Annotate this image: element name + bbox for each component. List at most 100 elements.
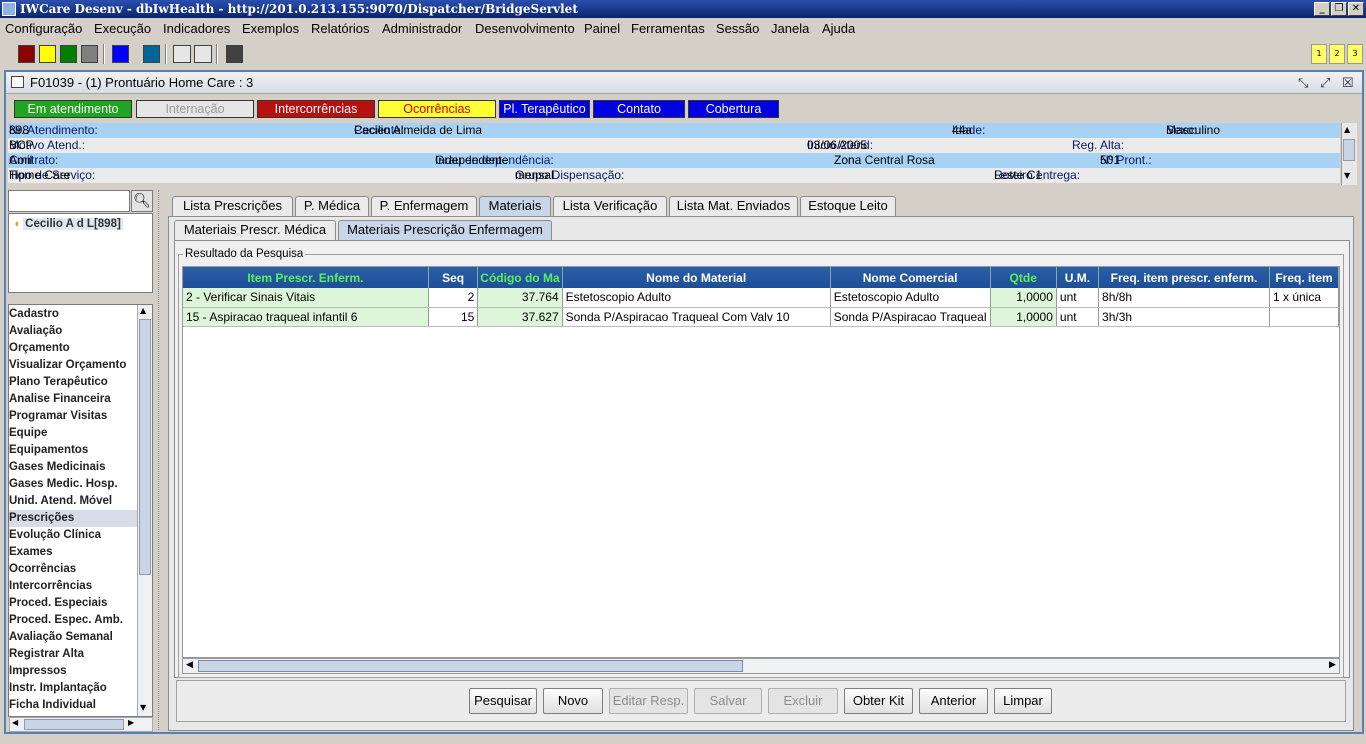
column-header[interactable]: Item Prescr. Enferm. [183, 267, 429, 288]
nav-horizontal-scrollbar[interactable]: ◀ ▶ [9, 717, 153, 732]
nav-item[interactable]: Unid. Atend. Móvel [9, 493, 137, 510]
menu-exemplos[interactable]: Exemplos [242, 21, 299, 36]
tab-p-medica[interactable]: P. Médica [295, 196, 369, 216]
close-button[interactable]: ✕ [1348, 2, 1364, 16]
tree-view-icon[interactable] [173, 45, 191, 63]
excluir-button[interactable]: Excluir [768, 688, 838, 714]
menu-configuracao[interactable]: Configuração [5, 21, 82, 36]
column-header[interactable]: U.M. [1056, 267, 1100, 288]
anterior-button[interactable]: Anterior [919, 688, 988, 714]
minimize-frame-icon[interactable]: ⤡ [1298, 75, 1308, 91]
nav-item[interactable]: Avaliação [9, 323, 137, 340]
tab-estoque-leito[interactable]: Estoque Leito [800, 196, 896, 216]
limpar-button[interactable]: Limpar [994, 688, 1052, 714]
scroll-up-icon[interactable]: ▲ [140, 306, 146, 315]
status-internacao[interactable]: Internação [136, 100, 254, 118]
nav-item[interactable]: Registrar Alta [9, 646, 137, 663]
nav-item[interactable]: Proced. Especiais [9, 595, 137, 612]
nav-item[interactable]: Analise Financeira [9, 391, 137, 408]
tab-materiais-prescricao-enfermagem[interactable]: Materiais Prescrição Enfermagem [338, 220, 552, 240]
toolbar-dark-red-button[interactable] [18, 45, 35, 63]
toolbar-teal-button[interactable] [143, 45, 160, 63]
table-row[interactable]: 2 - Verificar Sinais Vitais 2 37.764 Esteto… [183, 288, 1339, 308]
nav-item[interactable]: Gases Medicinais [9, 459, 137, 476]
menu-sessao[interactable]: Sessão [716, 21, 759, 36]
workspace-3-button[interactable]: 3 [1347, 44, 1363, 64]
column-header[interactable]: Freq. item prescr. enferm. [1098, 267, 1270, 288]
status-pl-terapeutico[interactable]: Pl. Terapêutico [499, 100, 590, 118]
table-row[interactable]: 15 - Aspiracao traqueal infantil 6 15 37.6… [183, 307, 1339, 327]
nav-item[interactable]: Prescrições [9, 510, 137, 527]
toolbar-dark-button[interactable] [226, 45, 243, 63]
workspace-1-button[interactable]: 1 [1311, 44, 1327, 64]
list-item[interactable]: ◖ Cecilio A d L[898] [13, 218, 123, 230]
tab-lista-mat-enviados[interactable]: Lista Mat. Enviados [669, 196, 798, 216]
menu-relatorios[interactable]: Relatórios [311, 21, 370, 36]
info-scrollbar[interactable]: ▲ ▼ [1341, 123, 1357, 185]
tab-materiais-prescr-medica[interactable]: Materiais Prescr. Médica [174, 220, 336, 240]
status-contato[interactable]: Contato [593, 100, 685, 118]
column-header[interactable]: Seq [428, 267, 479, 288]
toolbar-yellow-button[interactable] [39, 45, 56, 63]
menu-indicadores[interactable]: Indicadores [163, 21, 230, 36]
nav-scrollbar[interactable]: ▲ ▼ [137, 305, 152, 716]
toolbar-green-button[interactable] [60, 45, 77, 63]
scroll-down-icon[interactable]: ▼ [140, 703, 146, 712]
novo-button[interactable]: Novo [543, 688, 603, 714]
maximize-frame-icon[interactable]: ⤢ [1320, 75, 1330, 91]
tab-lista-prescricoes[interactable]: Lista Prescrições [172, 196, 293, 216]
status-em-atendimento[interactable]: Em atendimento [14, 100, 132, 118]
tab-p-enfermagem[interactable]: P. Enfermagem [371, 196, 477, 216]
menu-desenvolvimento[interactable]: Desenvolvimento [475, 21, 575, 36]
toolbar-gray-button[interactable] [81, 45, 98, 63]
pesquisar-button[interactable]: Pesquisar [469, 688, 537, 714]
menu-janela[interactable]: Janela [771, 21, 809, 36]
nav-item[interactable]: Plano Terapêutico [9, 374, 137, 391]
nav-item[interactable]: Evolução Clínica [9, 527, 137, 544]
column-header[interactable]: Nome do Material [562, 267, 831, 288]
nav-item[interactable]: Equipe [9, 425, 137, 442]
restore-button[interactable]: ❐ [1331, 2, 1347, 16]
column-header[interactable]: Código do Ma [477, 267, 563, 288]
menu-ferramentas[interactable]: Ferramentas [631, 21, 705, 36]
nav-item[interactable]: Proced. Espec. Amb. [9, 612, 137, 629]
minimize-button[interactable]: _ [1314, 2, 1330, 16]
nav-item[interactable]: Impressos [9, 663, 137, 680]
obter-kit-button[interactable]: Obter Kit [844, 688, 913, 714]
column-header[interactable]: Qtde [990, 267, 1057, 288]
nav-item[interactable]: Ficha Individual [9, 697, 137, 714]
patient-search-input[interactable] [8, 190, 130, 212]
tab-lista-verificacao[interactable]: Lista Verificação [553, 196, 667, 216]
editar-resp-button[interactable]: Editar Resp. [609, 688, 688, 714]
scroll-left-icon[interactable]: ◀ [186, 660, 193, 670]
nav-item[interactable]: Gases Medic. Hosp. [9, 476, 137, 493]
nav-item[interactable]: Instr. Implantação [9, 680, 137, 697]
tab-materiais[interactable]: Materiais [479, 196, 551, 216]
status-ocorrencias[interactable]: Ocorrências [378, 100, 496, 118]
menu-ajuda[interactable]: Ajuda [822, 21, 855, 36]
menu-administrador[interactable]: Administrador [382, 21, 462, 36]
scroll-up-icon[interactable]: ▲ [1344, 125, 1350, 134]
scroll-left-icon[interactable]: ◀ [12, 718, 18, 727]
status-cobertura[interactable]: Cobertura [688, 100, 779, 118]
split-divider[interactable] [158, 190, 164, 730]
nav-item[interactable]: Ocorrências [9, 561, 137, 578]
toolbar-blue-button[interactable] [112, 45, 129, 63]
nav-item[interactable]: Cadastro [9, 306, 137, 323]
status-intercorrencias[interactable]: Intercorrências [257, 100, 375, 118]
table-horizontal-scrollbar[interactable]: ◀ ▶ [182, 658, 1340, 674]
scroll-right-icon[interactable]: ▶ [1329, 660, 1336, 670]
nav-item[interactable]: Intercorrências [9, 578, 137, 595]
menu-execucao[interactable]: Execução [94, 21, 151, 36]
search-icon[interactable]: 🔍︎ [131, 190, 153, 212]
nav-item[interactable]: Equipamentos [9, 442, 137, 459]
column-header[interactable]: Nome Comercial [830, 267, 991, 288]
nav-item[interactable]: Visualizar Orçamento [9, 357, 137, 374]
menu-painel[interactable]: Painel [584, 21, 620, 36]
salvar-button[interactable]: Salvar [694, 688, 762, 714]
nav-item[interactable]: Programar Visitas [9, 408, 137, 425]
nav-item[interactable]: Orçamento [9, 340, 137, 357]
column-header[interactable]: Freq. item [1269, 267, 1339, 288]
workspace-2-button[interactable]: 2 [1329, 44, 1345, 64]
window-list-icon[interactable] [194, 45, 212, 63]
